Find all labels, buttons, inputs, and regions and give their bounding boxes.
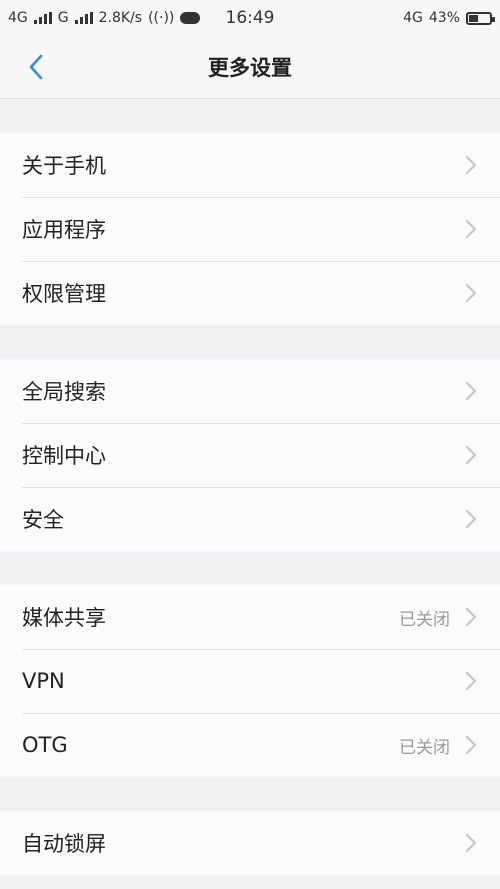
chevron-right-icon	[464, 154, 478, 176]
settings-group: 媒体共享 已关闭 VPN OTG 已关闭	[0, 585, 500, 777]
chevron-right-icon	[464, 606, 478, 628]
settings-group: 关于手机应用程序权限管理	[0, 133, 500, 325]
settings-row[interactable]: 安全	[0, 487, 500, 551]
chevron-right-icon	[464, 282, 478, 304]
cloud-icon	[180, 12, 201, 24]
chevron-right-icon	[464, 670, 478, 692]
chevron-right-icon	[464, 734, 478, 756]
battery-icon	[466, 11, 495, 25]
settings-row-label: 媒体共享	[22, 606, 106, 630]
settings-row-label: 安全	[22, 508, 64, 532]
network-type-2: G	[57, 10, 69, 26]
status-bar: 4G G 2.8K/s ((·)) 16:49 4G 43%	[0, 0, 500, 36]
settings-row[interactable]: 权限管理	[0, 261, 500, 325]
back-button[interactable]	[22, 52, 52, 82]
settings-row[interactable]: 自动锁屏	[0, 811, 500, 875]
signal-bars-icon	[33, 12, 52, 24]
settings-row-value: 已关闭	[399, 737, 450, 758]
settings-row-label: 自动锁屏	[22, 832, 106, 856]
navigation-bar: 更多设置	[0, 36, 500, 99]
settings-row[interactable]: 关于手机	[0, 133, 500, 197]
settings-row-label: 控制中心	[22, 444, 106, 468]
settings-row-label: VPN	[22, 669, 65, 693]
settings-row-value: 已关闭	[399, 609, 450, 630]
battery-percent: 43%	[428, 10, 460, 26]
network-type-1: 4G	[8, 10, 28, 26]
group-spacer	[0, 551, 500, 585]
chevron-right-icon	[464, 508, 478, 530]
settings-row[interactable]: 控制中心	[0, 423, 500, 487]
settings-row[interactable]: 媒体共享 已关闭	[0, 585, 500, 649]
network-type-3: 4G	[403, 10, 423, 26]
settings-list: 关于手机 应用程序 权限管理 全局搜索 控制中心 安全 媒体共享 已关闭 VPN OTG 已关闭 自动…	[0, 99, 500, 875]
settings-row-label: 全局搜索	[22, 380, 106, 404]
group-spacer	[0, 777, 500, 811]
settings-row[interactable]: 全局搜索	[0, 359, 500, 423]
settings-row-label: 权限管理	[22, 282, 106, 306]
chevron-right-icon	[464, 444, 478, 466]
hotspot-icon: ((·))	[148, 10, 175, 26]
network-speed: 2.8K/s	[98, 10, 143, 26]
chevron-right-icon	[464, 218, 478, 240]
settings-row[interactable]: 应用程序	[0, 197, 500, 261]
settings-group: 自动锁屏	[0, 811, 500, 875]
chevron-right-icon	[464, 832, 478, 854]
settings-row[interactable]: OTG 已关闭	[0, 713, 500, 777]
settings-group: 全局搜索控制中心安全	[0, 359, 500, 551]
back-chevron-icon	[29, 54, 43, 80]
group-spacer	[0, 325, 500, 359]
page-title: 更多设置	[208, 56, 292, 80]
settings-row-label: 应用程序	[22, 218, 106, 242]
signal-bars-icon	[74, 12, 93, 24]
chevron-right-icon	[464, 380, 478, 402]
settings-row-label: 关于手机	[22, 154, 106, 178]
settings-row[interactable]: VPN	[0, 649, 500, 713]
group-spacer	[0, 99, 500, 133]
settings-row-label: OTG	[22, 733, 68, 757]
